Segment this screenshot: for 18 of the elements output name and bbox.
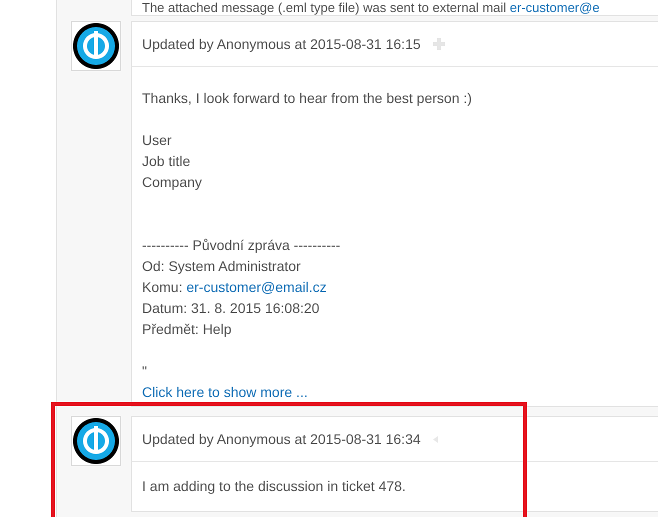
message-line: Thanks, I look forward to hear from the best person :) bbox=[142, 89, 472, 108]
message-line: I am adding to the discussion in ticket 478. bbox=[142, 477, 406, 496]
message-line: Předmět: Help bbox=[142, 320, 232, 339]
plus-icon[interactable] bbox=[432, 38, 445, 50]
update-header: Updated by Anonymous at 2015-08-31 16:15 bbox=[142, 34, 421, 54]
message-line: Job title bbox=[142, 152, 190, 171]
message-line: Company bbox=[142, 173, 202, 192]
message-line: " bbox=[142, 362, 147, 381]
message-line: Datum: 31. 8. 2015 16:08:20 bbox=[142, 299, 320, 318]
message-line: User bbox=[142, 131, 172, 150]
notice-text: The attached message (.eml type file) was sent to external mail er-customer@e bbox=[141, 0, 600, 15]
update-header: Updated by Anonymous at 2015-08-31 16:34 bbox=[142, 430, 421, 449]
message-line: ---------- Původní zpráva ---------- bbox=[142, 236, 340, 255]
message-line: Od: System Administrator bbox=[142, 257, 301, 276]
email-line: Komu: er-customer@email.cz bbox=[142, 278, 327, 297]
email-link[interactable]: er-customer@email.cz bbox=[186, 279, 327, 295]
email-link[interactable]: er-customer@e bbox=[510, 0, 600, 15]
show-more-link[interactable]: Click here to show more ... bbox=[142, 382, 308, 403]
